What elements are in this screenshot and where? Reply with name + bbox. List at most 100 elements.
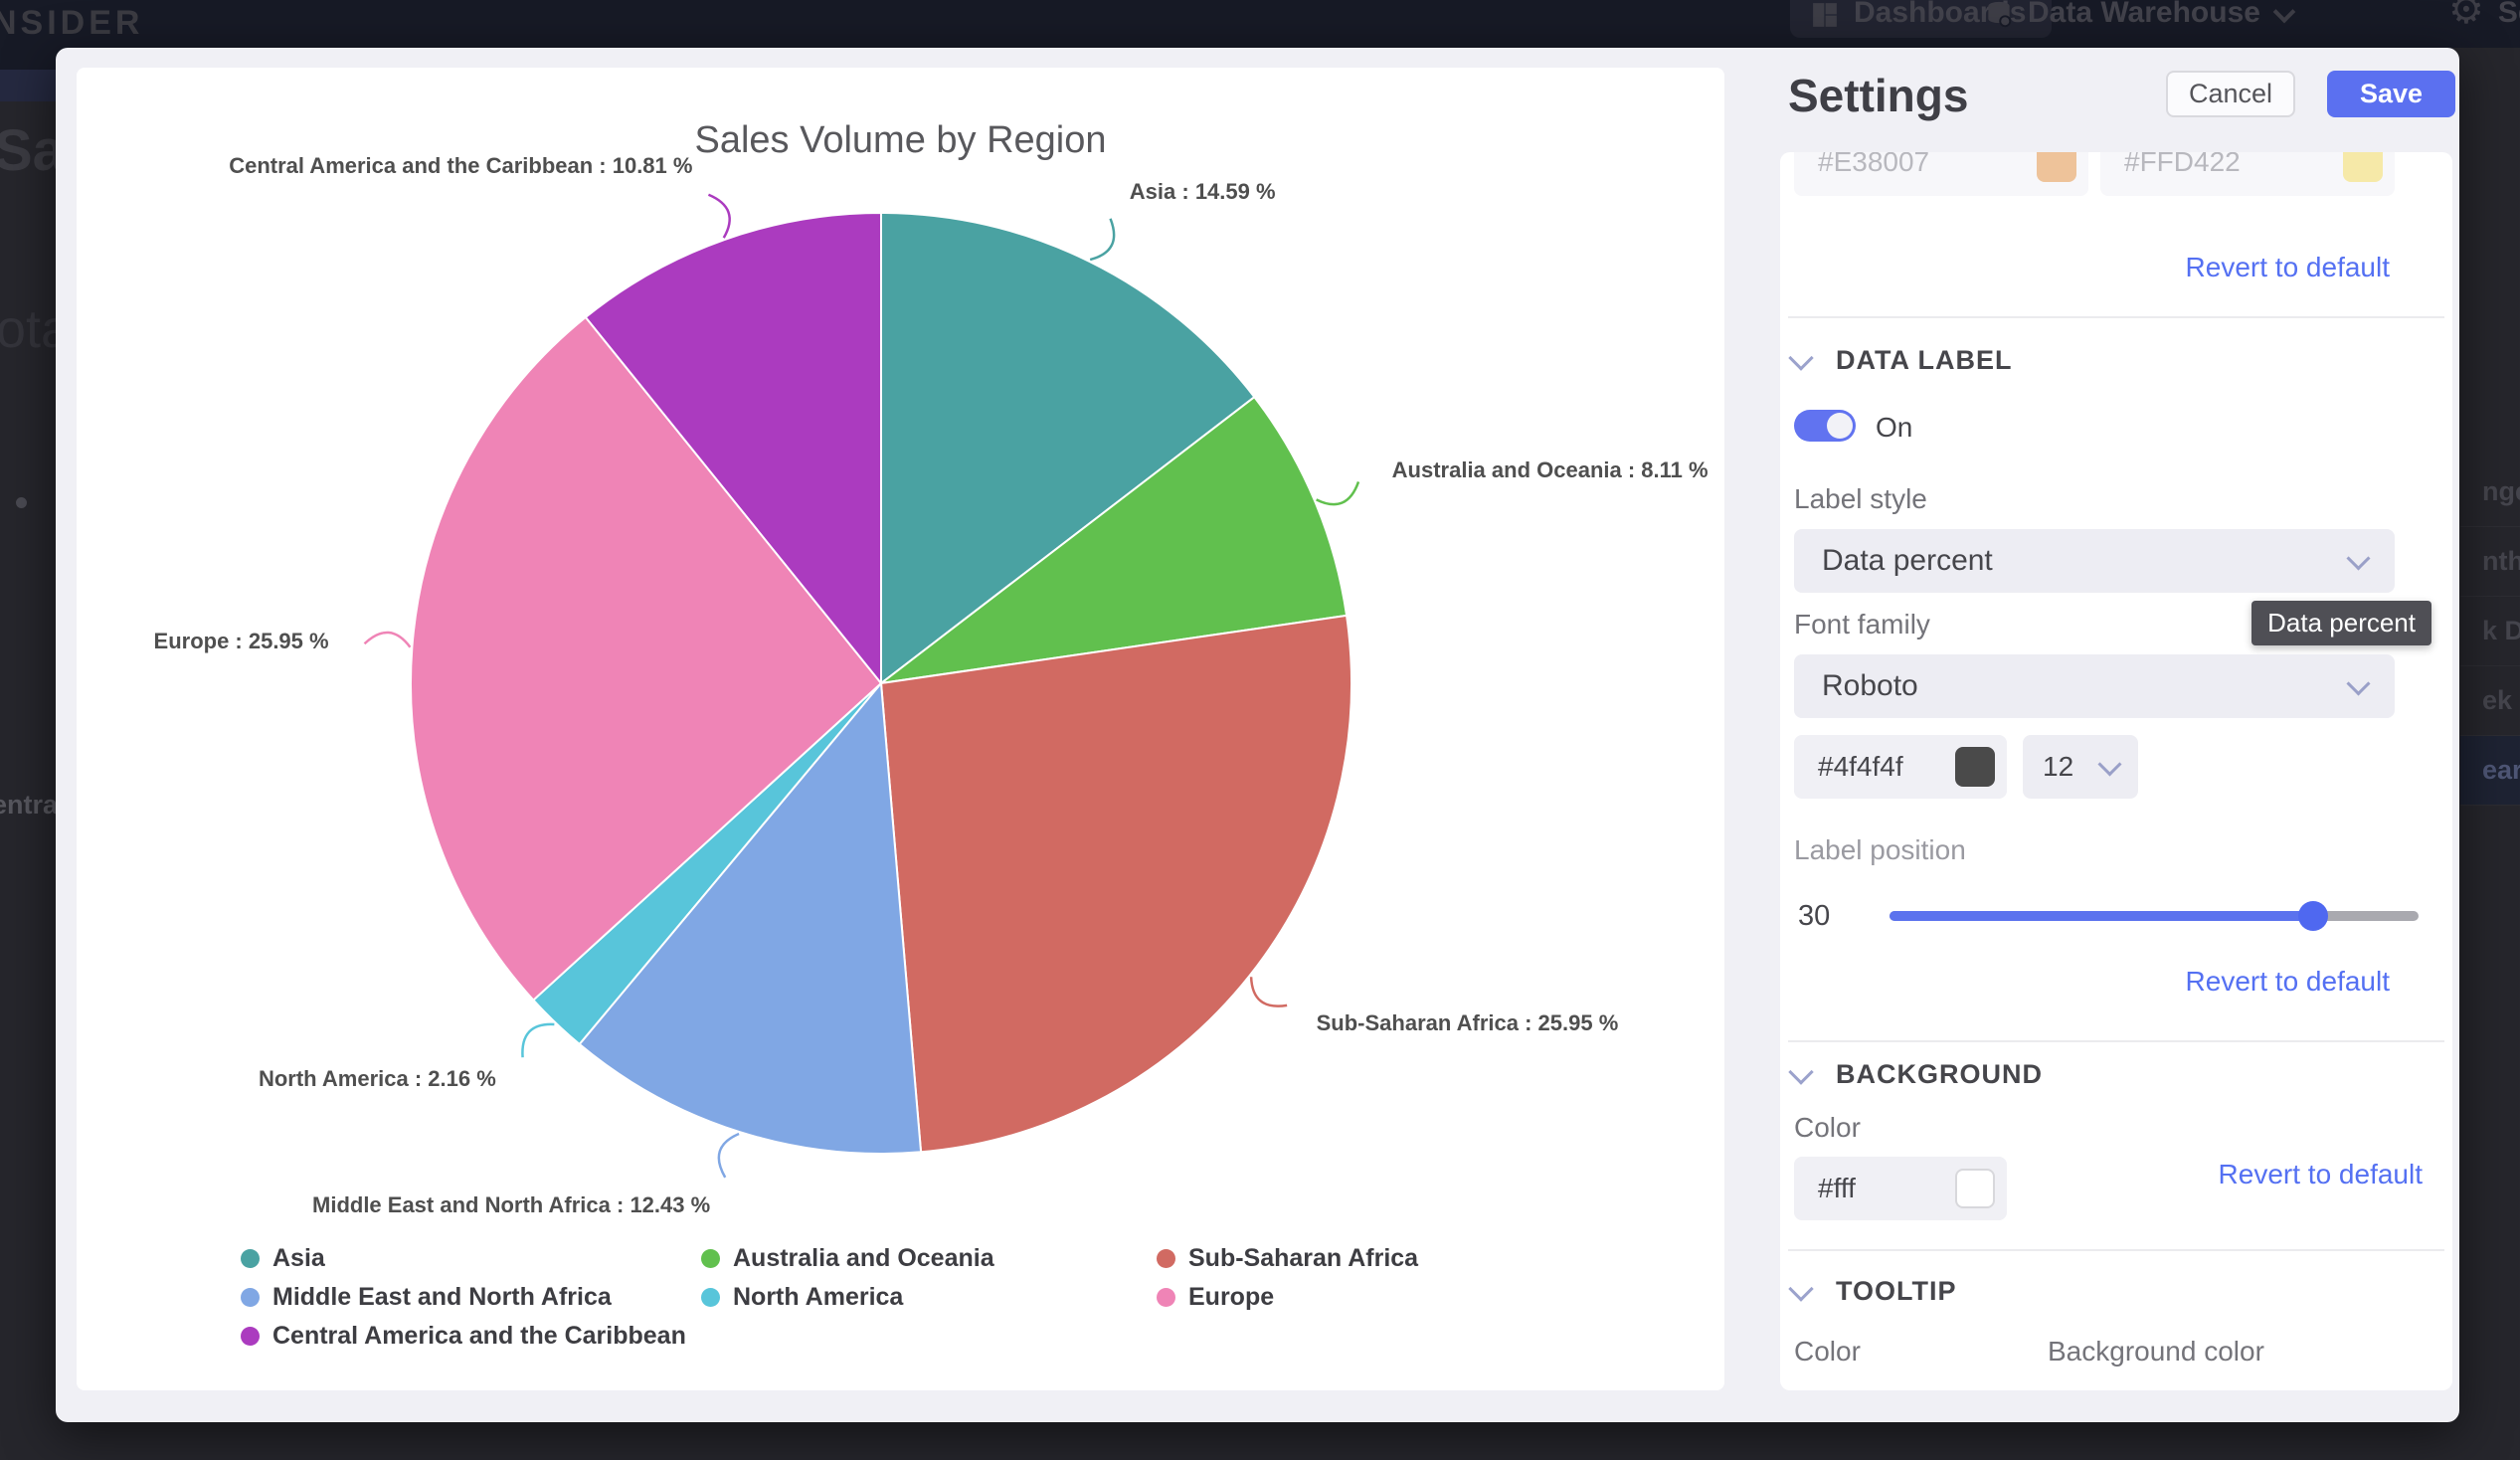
label-leader-line: [1317, 481, 1358, 504]
font-size-value: 12: [2043, 751, 2101, 783]
chart-legend: Asia Australia and Oceania Sub-Saharan Afr…: [241, 1239, 1418, 1356]
section-divider: [1788, 1249, 2444, 1251]
legend-dot-icon: [241, 1249, 260, 1268]
settings-scroll-area[interactable]: #E38007 #FFD422 Revert to default DATA L…: [1780, 152, 2452, 1390]
section-header-tooltip[interactable]: TOOLTIP: [1792, 1276, 1957, 1307]
series-color-swatch[interactable]: [2037, 152, 2076, 182]
background-color-swatch[interactable]: [1955, 1169, 1995, 1208]
cancel-button[interactable]: Cancel: [2166, 71, 2295, 117]
label-leader-line: [1090, 219, 1114, 260]
tooltip-background-color-label: Background color: [2048, 1336, 2264, 1368]
section-title: DATA LABEL: [1836, 345, 2012, 376]
font-family-value: Roboto: [1822, 669, 2350, 703]
font-family-label: Font family: [1794, 609, 1930, 640]
data-label-toggle[interactable]: [1794, 410, 1856, 442]
slider-fill: [1890, 911, 2313, 921]
label-leader-line: [522, 1024, 554, 1057]
section-header-background[interactable]: BACKGROUND: [1792, 1059, 2043, 1090]
pie-chart: [77, 68, 1724, 1390]
pie-slice[interactable]: [881, 616, 1351, 1152]
nav-settings-label: Se: [2498, 0, 2520, 30]
section-title: TOOLTIP: [1836, 1276, 1957, 1307]
background-color-input[interactable]: #fff: [1794, 1157, 2007, 1220]
background-menu-item[interactable]: k D: [2460, 597, 2520, 666]
revert-to-default-link[interactable]: Revert to default: [2186, 966, 2390, 998]
legend-item: Sub-Saharan Africa: [1157, 1239, 1418, 1278]
gear-icon: ⚙: [2448, 0, 2484, 30]
background-menu-item[interactable]: ear: [2460, 736, 2520, 806]
font-color-swatch[interactable]: [1955, 747, 1995, 787]
label-style-dropdown[interactable]: Data percent: [1794, 529, 2395, 593]
revert-to-default-link[interactable]: Revert to default: [2219, 1159, 2423, 1190]
legend-item: Middle East and North Africa: [241, 1278, 701, 1317]
legend-label: North America: [733, 1283, 903, 1312]
chevron-down-icon: [2346, 671, 2370, 695]
legend-label: Asia: [272, 1244, 325, 1273]
legend-dot-icon: [1157, 1249, 1175, 1268]
toggle-knob: [1827, 413, 1853, 439]
chevron-down-icon: [2097, 752, 2121, 776]
page-title: Settings: [1788, 69, 1968, 122]
background-menu-item[interactable]: ek: [2460, 666, 2520, 736]
label-position-label: Label position: [1794, 834, 1966, 866]
revert-to-default-link[interactable]: Revert to default: [2186, 252, 2390, 283]
dropdown-tooltip: Data percent: [2251, 601, 2431, 645]
legend-dot-icon: [241, 1327, 260, 1346]
chevron-down-icon: [1788, 345, 1813, 370]
toggle-state-label: On: [1876, 412, 1912, 444]
chevron-down-icon: [2346, 546, 2370, 570]
app-logo: NSIDER: [0, 4, 143, 43]
legend-item: North America: [701, 1278, 1157, 1317]
label-style-label: Label style: [1794, 483, 1927, 515]
font-color-value: #4f4f4f: [1818, 751, 1955, 783]
background-dropdown-menu: ngenthk Dekear: [2460, 457, 2520, 806]
series-color-value: #FFD422: [2124, 152, 2343, 178]
settings-modal: Sales Volume by Region Asia : 14.59 %Aus…: [56, 48, 2459, 1422]
nav-data-warehouse-label: Data Warehouse: [2028, 0, 2260, 30]
top-nav-bar: NSIDER Dashboards Data Warehouse ⚙ Se: [0, 0, 2520, 48]
section-title: BACKGROUND: [1836, 1059, 2043, 1090]
label-leader-line: [1251, 977, 1287, 1005]
background-menu-item[interactable]: nth: [2460, 527, 2520, 597]
font-size-dropdown[interactable]: 12: [2023, 735, 2138, 799]
section-divider: [1788, 316, 2444, 318]
legend-dot-icon: [241, 1288, 260, 1307]
chevron-down-icon: [2273, 1, 2296, 24]
series-color-input[interactable]: #FFD422: [2100, 152, 2395, 196]
legend-item: Europe: [1157, 1278, 1418, 1317]
legend-label: Middle East and North Africa: [272, 1283, 612, 1312]
legend-label: Australia and Oceania: [733, 1244, 994, 1273]
background-menu-item[interactable]: nge: [2460, 457, 2520, 527]
chevron-down-icon: [1788, 1059, 1813, 1084]
legend-dot-icon: [701, 1288, 720, 1307]
legend-item: Australia and Oceania: [701, 1239, 1157, 1278]
series-color-input[interactable]: #E38007: [1794, 152, 2088, 196]
legend-label: Europe: [1188, 1283, 1274, 1312]
font-family-dropdown[interactable]: Roboto: [1794, 654, 2395, 718]
label-position-value: 30: [1798, 900, 1830, 933]
label-leader-line: [365, 633, 411, 647]
database-icon: [1984, 0, 2014, 30]
nav-settings-button[interactable]: ⚙ Se: [2448, 0, 2520, 38]
screen: { "topbar": { "logo_text": "NSIDER", "da…: [0, 0, 2520, 1460]
slider-thumb[interactable]: [2298, 901, 2328, 931]
background-color-label: Color: [1794, 1112, 1861, 1144]
series-color-value: #E38007: [1818, 152, 2037, 178]
font-color-input[interactable]: #4f4f4f: [1794, 735, 2007, 799]
series-color-swatch[interactable]: [2343, 152, 2383, 182]
section-divider: [1788, 1040, 2444, 1042]
label-position-slider[interactable]: [1890, 911, 2419, 921]
chevron-down-icon: [1788, 1276, 1813, 1301]
legend-label: Sub-Saharan Africa: [1188, 1244, 1418, 1273]
section-header-data-label[interactable]: DATA LABEL: [1792, 345, 2012, 376]
tooltip-color-label: Color: [1794, 1336, 1861, 1368]
chart-card: Sales Volume by Region Asia : 14.59 %Aus…: [77, 68, 1724, 1390]
legend-label: Central America and the Caribbean: [272, 1322, 686, 1351]
nav-data-warehouse-button[interactable]: Data Warehouse: [1984, 0, 2292, 38]
save-button[interactable]: Save: [2327, 71, 2455, 117]
legend-dot-icon: [1157, 1288, 1175, 1307]
label-leader-line: [719, 1134, 739, 1178]
legend-dot-icon: [701, 1249, 720, 1268]
legend-item: Central America and the Caribbean: [241, 1317, 701, 1356]
background-color-value: #fff: [1818, 1173, 1955, 1204]
